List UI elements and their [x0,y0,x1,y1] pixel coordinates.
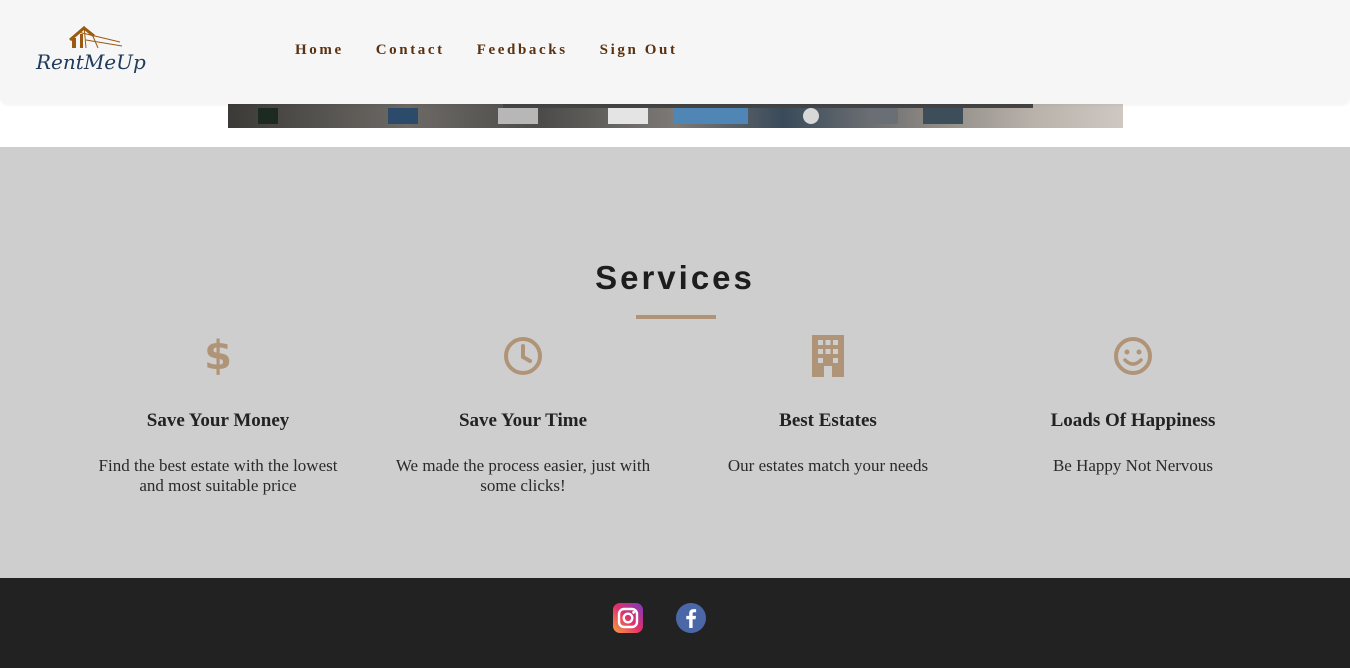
main-nav: Home Contact Feedbacks Sign Out [295,42,710,59]
service-description: Be Happy Not Nervous [1052,456,1214,475]
service-card-time: Save Your Time We made the process easie… [393,335,653,496]
nav-contact-link[interactable]: Contact [376,42,445,59]
service-title: Best Estates [779,410,877,431]
service-card-estates: Best Estates Our estates match your need… [698,335,958,476]
nav-sign-out-link[interactable]: Sign Out [600,42,678,59]
services-title: Services [595,259,755,296]
service-description: Find the best estate with the lowest and… [98,456,338,495]
hero-image [228,104,1123,128]
logo-text: RentMeUp [36,50,146,74]
house-logo-icon [69,25,123,49]
nav-feedbacks-link[interactable]: Feedbacks [477,42,568,59]
building-icon [812,335,844,377]
service-title: Save Your Money [146,410,290,431]
nav-home-link[interactable]: Home [295,42,344,59]
facebook-icon [676,603,706,633]
service-description: Our estates match your needs [727,456,929,475]
facebook-link[interactable] [676,603,706,633]
site-header: RentMeUp Home Contact Feedbacks Sign Out [0,0,1350,104]
dollar-icon: $ [204,333,232,379]
smile-icon [1114,337,1152,375]
clock-icon [504,337,542,375]
title-underline [636,315,716,319]
services-section: Services $ Save Your Money Find the best… [0,147,1350,578]
instagram-link[interactable] [613,603,643,633]
logo[interactable]: RentMeUp [34,22,146,78]
service-card-money: $ Save Your Money Find the best estate w… [88,335,348,496]
instagram-icon [613,603,643,633]
service-card-happiness: Loads Of Happiness Be Happy Not Nervous [1003,335,1263,476]
service-title: Loads Of Happiness [1050,410,1216,431]
service-description: We made the process easier, just with so… [395,456,651,495]
service-title: Save Your Time [458,410,588,431]
site-footer [0,578,1350,668]
